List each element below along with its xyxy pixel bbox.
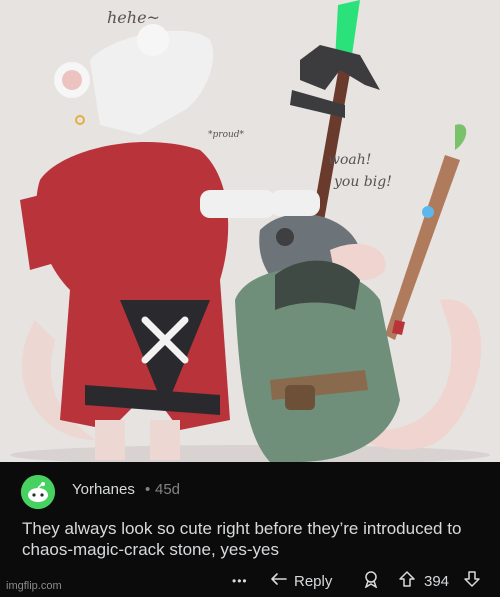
more-options-label: ••• [232, 574, 248, 588]
award-button[interactable] [362, 570, 380, 592]
reply-button[interactable]: Reply [270, 570, 332, 592]
upvote-icon [398, 570, 416, 592]
comment-username[interactable]: Yorhanes [72, 481, 135, 498]
small-rat [235, 190, 482, 462]
comment-text: They always look so cute right before th… [22, 519, 462, 559]
comment-age: 45d [155, 481, 181, 498]
proud-caption: *proud* [208, 130, 245, 140]
meta-separator: • [145, 481, 151, 498]
artwork-illustration [10, 0, 490, 462]
reply-arrow-icon [270, 572, 288, 590]
reply-label: Reply [294, 572, 333, 590]
woah-caption-line1: woah! [328, 152, 372, 168]
award-icon [362, 570, 380, 592]
upvote-button[interactable] [398, 570, 416, 592]
watermark: imgflip.com [6, 580, 62, 592]
vote-count-label: 394 [424, 572, 450, 590]
downvote-button[interactable] [463, 570, 481, 592]
avatar-icon[interactable] [21, 475, 55, 509]
artwork: hehe~ *proud* woah! you big! [0, 0, 500, 462]
downvote-icon [463, 570, 481, 592]
vote-count: 394 [424, 570, 449, 592]
tall-rat [20, 24, 275, 460]
hehe-caption: hehe~ [107, 8, 160, 27]
more-options-button[interactable]: ••• [232, 570, 248, 592]
woah-caption-line2: you big! [334, 174, 392, 190]
